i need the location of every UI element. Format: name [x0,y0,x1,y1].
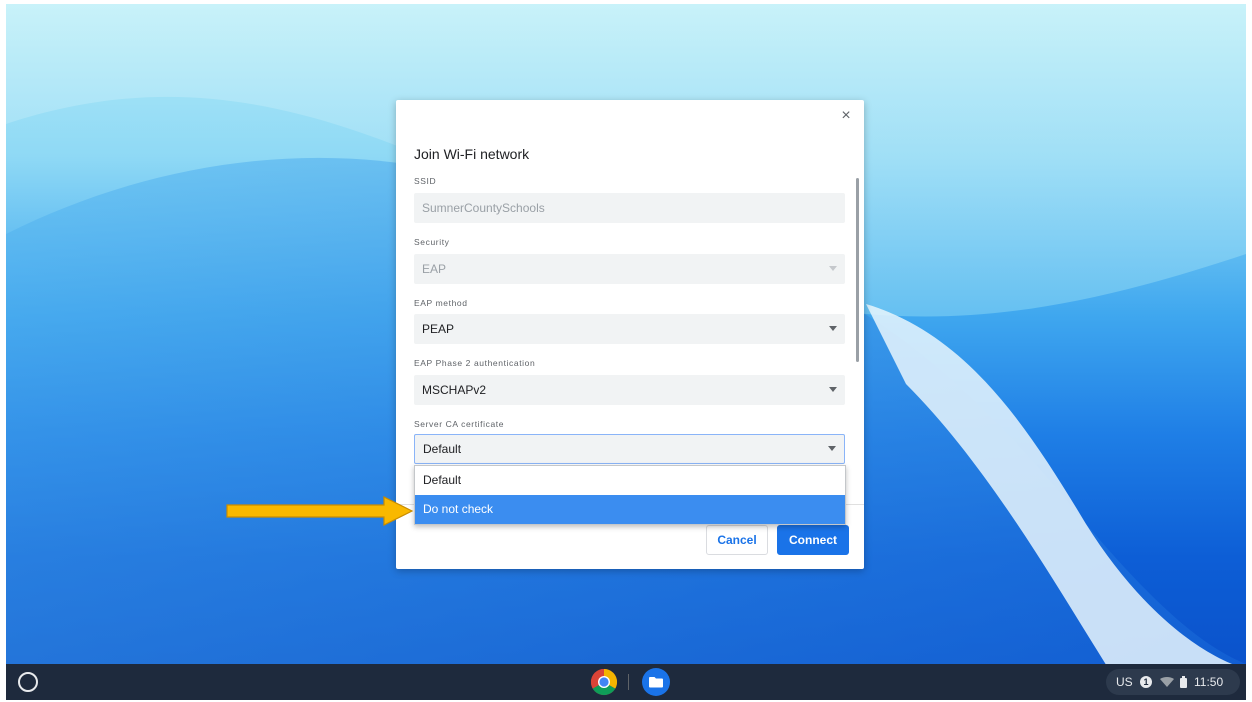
chevron-down-icon [829,387,837,392]
security-label: Security [414,237,450,247]
chrome-icon[interactable] [590,668,618,696]
battery-icon [1180,676,1187,688]
shelf-divider [628,674,629,690]
eap-method-label: EAP method [414,298,468,308]
dropdown-option-default[interactable]: Default [415,466,845,495]
keyboard-layout-label: US [1116,675,1133,689]
server-ca-select[interactable]: Default [414,434,845,464]
clock-time: 11:50 [1194,675,1224,689]
close-icon[interactable]: × [836,106,856,126]
connect-button[interactable]: Connect [777,525,849,555]
server-ca-label: Server CA certificate [414,419,505,429]
chevron-down-icon [828,446,836,451]
security-select: EAP [414,254,845,284]
annotation-arrow-icon [226,496,414,526]
chevron-down-icon [829,326,837,331]
launcher-button[interactable] [18,672,38,692]
eap-method-value: PEAP [422,322,455,336]
eap-phase2-select[interactable]: MSCHAPv2 [414,375,845,405]
security-value: EAP [422,262,447,276]
chevron-down-icon [829,266,837,271]
ssid-label: SSID [414,176,437,186]
shelf: US 1 11:50 [6,664,1246,700]
eap-method-select[interactable]: PEAP [414,314,845,344]
notification-count-badge: 1 [1140,676,1152,688]
ssid-field: SumnerCountySchools [414,193,845,223]
dialog-scrollbar[interactable] [856,178,859,362]
folder-icon [649,677,663,688]
server-ca-dropdown-list: Default Do not check [414,465,846,525]
wifi-icon [1160,677,1174,687]
status-tray[interactable]: US 1 11:50 [1106,669,1240,695]
cancel-button[interactable]: Cancel [706,525,768,555]
dialog-title: Join Wi-Fi network [414,146,530,162]
dropdown-option-do-not-check[interactable]: Do not check [415,495,845,524]
files-icon[interactable] [642,668,670,696]
server-ca-value: Default [423,442,462,456]
eap-phase2-value: MSCHAPv2 [422,383,487,397]
eap-phase2-label: EAP Phase 2 authentication [414,358,536,368]
